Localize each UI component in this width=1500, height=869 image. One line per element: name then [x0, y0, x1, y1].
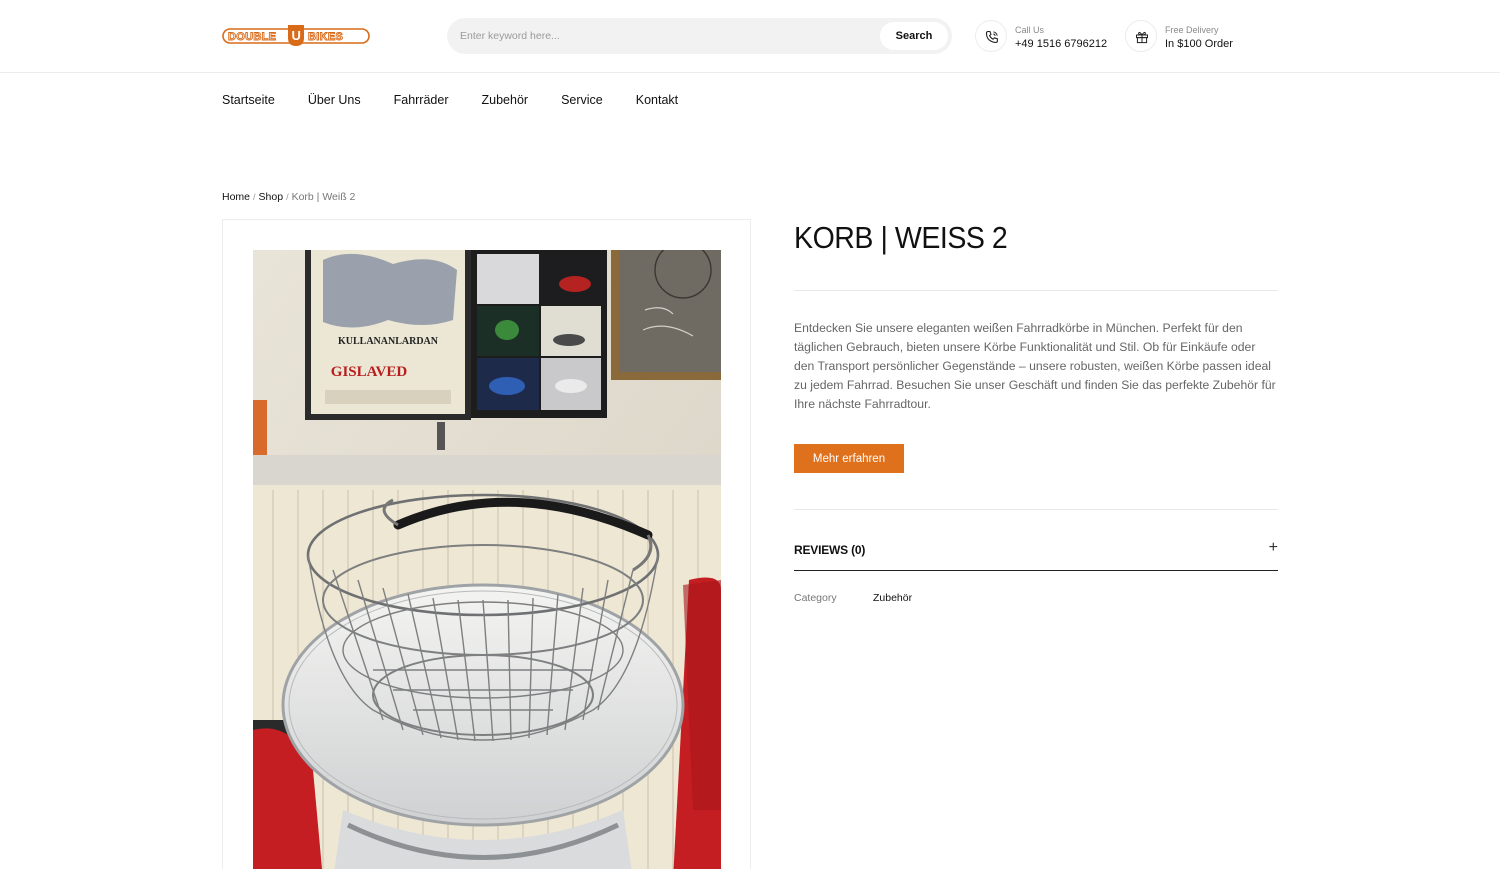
nav-item-fahrraeder[interactable]: Fahrräder: [394, 93, 449, 107]
breadcrumb: Home / Shop / Korb | Weiß 2: [222, 191, 355, 203]
search-input[interactable]: [447, 18, 867, 54]
main-navigation: Startseite Über Uns Fahrräder Zubehör Servic…: [222, 91, 711, 107]
site-header: DOUBLE U BIKES Search Call Us +49 1516 6…: [0, 0, 1500, 73]
expand-plus-icon[interactable]: +: [1269, 539, 1278, 557]
category-link[interactable]: Zubehör: [873, 592, 912, 604]
poster-text-2: GISLAVED: [331, 364, 408, 380]
call-us-info[interactable]: Call Us +49 1516 6796212: [975, 20, 1115, 52]
breadcrumb-home[interactable]: Home: [222, 191, 250, 203]
double-u-bikes-logo[interactable]: DOUBLE U BIKES: [222, 24, 370, 48]
breadcrumb-separator: /: [286, 192, 289, 202]
gift-icon: [1136, 31, 1148, 44]
product-meta-category: Category Zubehör: [794, 592, 912, 604]
reviews-label: REVIEWS (0): [794, 543, 866, 557]
nav-item-startseite[interactable]: Startseite: [222, 93, 275, 107]
category-label: Category: [794, 592, 837, 604]
mehr-erfahren-button[interactable]: Mehr erfahren: [794, 444, 904, 473]
breadcrumb-separator: /: [253, 192, 256, 202]
search-bar: Search: [447, 18, 952, 54]
product-image-basket[interactable]: KULLANANLARDAN GISLAVED: [253, 250, 721, 869]
breadcrumb-current: Korb | Weiß 2: [291, 191, 356, 203]
svg-text:U: U: [292, 28, 301, 43]
svg-text:DOUBLE: DOUBLE: [228, 31, 276, 43]
phone-icon: [985, 30, 998, 44]
cta-divider: [794, 509, 1278, 510]
free-delivery-value: In $100 Order: [1165, 38, 1233, 50]
call-us-phone-number[interactable]: +49 1516 6796212: [1015, 38, 1107, 50]
search-button[interactable]: Search: [880, 22, 948, 50]
nav-item-service[interactable]: Service: [561, 93, 603, 107]
call-us-label: Call Us: [1015, 25, 1045, 35]
title-divider: [794, 290, 1278, 291]
nav-item-ueber-uns[interactable]: Über Uns: [308, 93, 361, 107]
breadcrumb-shop[interactable]: Shop: [259, 191, 284, 203]
svg-text:BIKES: BIKES: [308, 31, 343, 43]
nav-item-zubehoer[interactable]: Zubehör: [482, 93, 529, 107]
free-delivery-label: Free Delivery: [1165, 25, 1219, 35]
product-description: Entdecken Sie unsere eleganten weißen Fa…: [794, 321, 1276, 411]
poster-text-1: KULLANANLARDAN: [338, 336, 439, 347]
nav-item-kontakt[interactable]: Kontakt: [636, 93, 678, 107]
reviews-accordion[interactable]: REVIEWS (0) +: [794, 539, 1278, 571]
free-delivery-info: Free Delivery In $100 Order: [1125, 20, 1255, 52]
product-title: KORB | WEISS 2: [794, 220, 1008, 255]
phone-icon-circle: [975, 20, 1007, 52]
product-gallery: KULLANANLARDAN GISLAVED: [222, 219, 751, 869]
gift-icon-circle: [1125, 20, 1157, 52]
